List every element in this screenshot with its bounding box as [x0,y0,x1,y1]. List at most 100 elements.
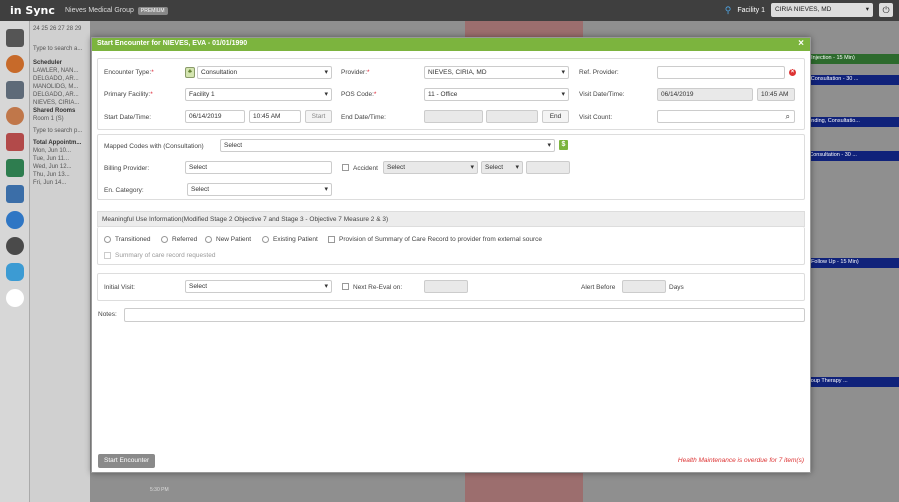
end-time-field [486,110,538,123]
provision-label: Provision of Summary of Care Record to p… [339,236,543,243]
start-encounter-dialog: Start Encounter for NIEVES, EVA - 01/01/… [91,37,811,473]
pos-code-select[interactable]: 11 - Office [424,88,569,101]
provider-select-value: CIRIA NIEVES, MD [775,6,832,13]
search-input-2[interactable]: Type to search p... [30,127,90,135]
provider-select[interactable]: CIRIA NIEVES, MD [771,3,873,17]
summary-requested-checkbox[interactable] [104,252,111,259]
provider-dropdown[interactable]: NIEVES, CIRIA, MD [424,66,569,79]
chart-icon[interactable] [5,81,24,99]
scheduler-label[interactable]: Scheduler [30,59,90,67]
start-time-input[interactable]: 10:45 AM [249,110,301,123]
close-icon[interactable]: × [798,38,804,49]
next-reeval-checkbox[interactable] [342,283,349,290]
list-item[interactable]: NIEVES, CIRIA... [30,99,90,107]
list-item[interactable]: Mon, Jun 10... [30,147,90,155]
meaningful-use-header: Meaningful Use Information(Modified Stag… [97,211,805,227]
org-badge: PREMIUM [137,6,168,15]
search-icon[interactable]: ⌕ [786,112,790,122]
list-item[interactable]: Room 1 (S) [30,115,90,123]
message-icon[interactable] [5,237,24,255]
accident-checkbox[interactable] [342,164,349,171]
time-label: 5:30 PM [150,487,169,493]
list-item[interactable]: MANOLIDG, M... [30,83,90,91]
referred-label: Referred [172,236,198,243]
graph-icon[interactable] [5,133,24,151]
end-button[interactable]: End [542,110,569,123]
alert-before-input[interactable] [622,280,666,293]
existing-patient-label: Existing Patient [273,236,318,243]
start-encounter-button[interactable]: Start Encounter [98,454,156,468]
primary-facility-select[interactable]: Facility 1 [185,88,332,101]
user-icon[interactable] [5,107,24,125]
top-bar: in Sync Nieves Medical Group PREMIUM ⚲ F… [0,0,899,21]
start-button[interactable]: Start [305,110,332,123]
person-icon[interactable] [5,211,24,229]
monitor-icon[interactable] [5,29,24,47]
health-maintenance-warning[interactable]: Health Maintenance is overdue for 7 item… [678,457,804,464]
referred-radio[interactable] [161,236,168,243]
palette-icon[interactable] [5,55,24,73]
initial-visit-select[interactable]: Select [185,280,332,293]
meaningful-use-box [97,227,805,265]
notes-textarea[interactable] [124,308,805,322]
visit-count-label: Visit Count: [579,114,613,121]
days-label: Days [669,284,684,291]
clear-icon[interactable]: × [789,69,796,76]
org-name: Nieves Medical Group [65,7,134,14]
summary-requested-label: Summary of care record requested [115,252,216,259]
accident-label: Accident [353,165,378,172]
shared-rooms-label[interactable]: Shared Rooms [30,107,90,115]
provider-label: Provider:* [341,69,370,76]
notes-label: Notes: [98,311,117,318]
list-item[interactable]: LAWLER, NAN... [30,67,90,75]
end-datetime-label: End Date/Time: [341,114,386,121]
next-reeval-label: Next Re-Eval on: [353,284,403,291]
accident-select-1[interactable]: Select [383,161,478,174]
list-item[interactable]: Wed, Jun 12... [30,163,90,171]
list-item[interactable]: Thu, Jun 13... [30,171,90,179]
cloud-icon[interactable] [5,263,24,281]
visit-datetime-label: Visit Date/Time: [579,91,625,98]
provision-checkbox[interactable] [328,236,335,243]
list-item[interactable]: DELGADO, AR... [30,91,90,99]
dialog-title-bar: Start Encounter for NIEVES, EVA - 01/01/… [92,38,810,51]
encounter-type-select[interactable]: Consultation [197,66,332,79]
end-date-field [424,110,483,123]
top-right-controls: ⚲ Facility 1 CIRIA NIEVES, MD ⏻ [725,3,893,17]
card-icon[interactable] [5,185,24,203]
mini-calendar-row[interactable]: 24 25 26 27 28 29 [30,25,90,33]
power-icon[interactable]: ⏻ [879,3,893,17]
next-reeval-date [424,280,468,293]
mapped-codes-select[interactable]: Select [220,139,555,152]
billing-provider-label: Billing Provider: [104,165,150,172]
start-date-input[interactable]: 06/14/2019 [185,110,245,123]
pos-code-label: POS Code:* [341,91,377,98]
dollar-icon[interactable]: $ [559,140,568,150]
dots-icon[interactable] [5,289,24,307]
initial-visit-label: Initial Visit: [104,284,135,291]
existing-patient-radio[interactable] [262,236,269,243]
billing-icon[interactable] [5,159,24,177]
new-patient-radio[interactable] [205,236,212,243]
accident-date-field [526,161,570,174]
total-appointments-label: Total Appointm... [33,140,82,146]
dialog-title: Start Encounter for NIEVES, EVA - 01/01/… [97,40,248,47]
ref-provider-label: Ref. Provider: [579,69,619,76]
list-item[interactable]: Tue, Jun 11... [30,155,90,163]
en-category-select[interactable]: Select [187,183,332,196]
visit-count-input[interactable]: ⌕ [657,110,795,123]
list-item[interactable]: Fri, Jun 14... [30,179,90,187]
billing-provider-input[interactable]: Select [185,161,332,174]
search-input[interactable]: Type to search a... [30,45,90,53]
left-panel: 24 25 26 27 28 29 Type to search a... Sc… [30,21,90,502]
mapped-codes-label: Mapped Codes with (Consultation) [104,143,204,150]
accident-select-2[interactable]: Select [481,161,523,174]
transitioned-label: Transitioned [115,236,151,243]
list-item[interactable]: DELGADO, AR... [30,75,90,83]
facility-label[interactable]: Facility 1 [737,7,765,14]
transitioned-radio[interactable] [104,236,111,243]
primary-facility-label: Primary Facility:* [104,91,153,98]
new-patient-label: New Patient [216,236,252,243]
app-logo[interactable]: in Sync [10,4,55,17]
ref-provider-input[interactable] [657,66,785,79]
